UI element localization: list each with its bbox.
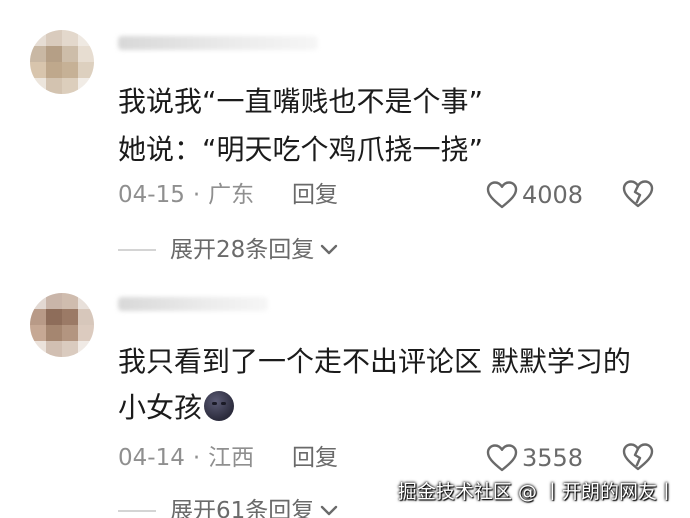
like-button[interactable]: 3558 <box>486 441 583 475</box>
watermark: 掘金技术社区 @ 丨开朗的网友丨 <box>397 481 676 503</box>
comment-text-line: 我说我“一直嘴贱也不是个事” <box>118 85 484 118</box>
reply-button[interactable]: 回复 <box>292 443 338 473</box>
divider <box>118 249 156 251</box>
comment-text: 小女孩 <box>118 391 203 424</box>
comment-location: 江西 <box>208 445 255 471</box>
comment-list: 我说我“一直嘴贱也不是个事” 她说：“明天吃个鸡爪挠一挠” 04-15 · 广东 回… <box>0 0 690 518</box>
comment-location: 广东 <box>208 182 255 208</box>
comment-meta: 04-14 · 江西 <box>118 443 254 473</box>
expand-replies-label: 展开28条回复 <box>170 237 315 263</box>
username-blurred[interactable] <box>118 36 318 50</box>
reply-button[interactable]: 回复 <box>292 180 338 210</box>
meta-separator: · <box>192 445 201 471</box>
new-moon-face-icon <box>204 391 235 421</box>
comment-date: 04-15 <box>118 182 185 208</box>
avatar[interactable] <box>30 30 94 94</box>
expand-replies[interactable]: 展开61条回复 <box>118 496 338 518</box>
comment-text-line: 我只看到了一个走不出评论区 默默学习的 <box>118 345 631 378</box>
divider <box>118 510 156 512</box>
username-blurred[interactable] <box>118 297 268 311</box>
avatar[interactable] <box>30 293 94 357</box>
broken-heart-icon[interactable] <box>622 442 654 472</box>
like-count: 3558 <box>522 444 584 472</box>
expand-replies[interactable]: 展开28条回复 <box>118 235 338 265</box>
chevron-down-icon <box>321 505 338 516</box>
heart-icon <box>486 181 518 209</box>
meta-separator: · <box>192 182 201 208</box>
expand-replies-label: 展开61条回复 <box>170 498 315 518</box>
comment-date: 04-14 <box>118 445 185 471</box>
comment-text-line: 小女孩 <box>118 388 235 428</box>
like-count: 4008 <box>522 181 584 209</box>
chevron-down-icon <box>321 244 338 255</box>
comment-text-line: 她说：“明天吃个鸡爪挠一挠” <box>118 133 484 166</box>
heart-icon <box>486 444 518 472</box>
comment-meta: 04-15 · 广东 <box>118 180 254 210</box>
broken-heart-icon[interactable] <box>622 179 654 209</box>
like-button[interactable]: 4008 <box>486 178 583 212</box>
